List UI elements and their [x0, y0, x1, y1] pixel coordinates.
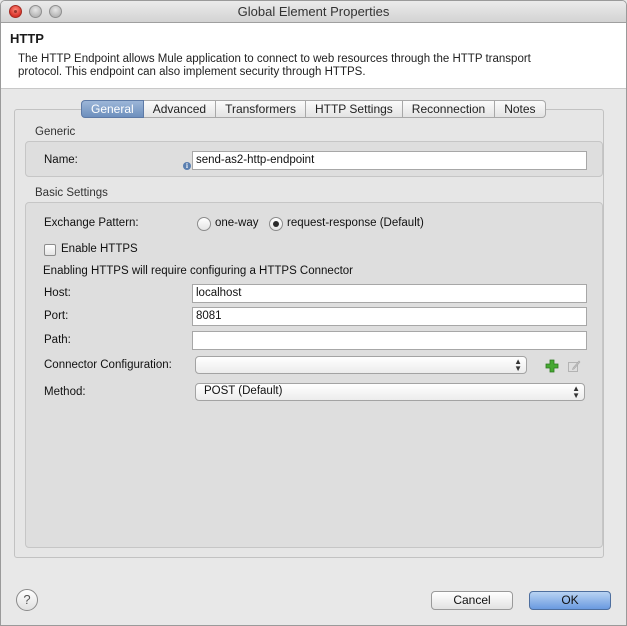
dialog-header: HTTP The HTTP Endpoint allows Mule appli… [1, 23, 626, 89]
method-select[interactable]: POST (Default) ▲ ▼ [195, 383, 585, 401]
help-icon[interactable]: ? [16, 589, 38, 611]
https-note: Enabling HTTPS will require configuring … [43, 265, 353, 277]
tab-bar: General Advanced Transformers HTTP Setti… [81, 100, 546, 118]
path-input[interactable] [192, 331, 587, 350]
header-title: HTTP [10, 31, 44, 46]
port-label: Port: [44, 310, 69, 322]
select-arrows-icon: ▲ ▼ [514, 357, 522, 373]
enable-https-checkbox[interactable] [44, 244, 56, 256]
tab-transformers[interactable]: Transformers [216, 100, 306, 118]
dialog-window: Global Element Properties HTTP The HTTP … [0, 0, 627, 626]
ok-button[interactable]: OK [529, 591, 611, 610]
request-response-radio-label[interactable]: request-response (Default) [287, 217, 424, 229]
header-description: The HTTP Endpoint allows Mule applicatio… [18, 53, 531, 78]
method-value: POST (Default) [204, 385, 283, 397]
add-connector-icon[interactable] [545, 359, 559, 373]
tab-notes[interactable]: Notes [495, 100, 546, 118]
tab-reconnection[interactable]: Reconnection [402, 100, 496, 118]
exchange-pattern-label: Exchange Pattern: [44, 217, 139, 229]
title-bar[interactable]: Global Element Properties [1, 1, 626, 23]
connector-configuration-select[interactable]: ▲ ▼ [195, 356, 527, 374]
tab-http-settings[interactable]: HTTP Settings [305, 100, 403, 118]
select-arrows-icon: ▲ ▼ [572, 384, 580, 400]
one-way-radio[interactable] [197, 217, 211, 231]
tab-advanced[interactable]: Advanced [143, 100, 217, 118]
one-way-radio-label[interactable]: one-way [215, 217, 258, 229]
basic-settings-section-label: Basic Settings [35, 187, 108, 199]
host-label: Host: [44, 287, 71, 299]
edit-connector-icon[interactable] [567, 359, 581, 373]
window-title: Global Element Properties [237, 4, 390, 19]
cancel-button[interactable]: Cancel [431, 591, 513, 610]
request-response-radio[interactable] [269, 217, 283, 231]
connector-configuration-label: Connector Configuration: [44, 359, 172, 371]
tab-general[interactable]: General [81, 100, 144, 118]
host-input[interactable]: localhost [192, 284, 587, 303]
name-input[interactable]: send-as2-http-endpoint [192, 151, 587, 170]
port-input[interactable]: 8081 [192, 307, 587, 326]
path-label: Path: [44, 334, 71, 346]
info-icon: i [183, 162, 191, 170]
enable-https-label[interactable]: Enable HTTPS [61, 243, 138, 255]
method-label: Method: [44, 386, 86, 398]
name-label: Name: [44, 154, 78, 166]
generic-section-label: Generic [35, 126, 76, 138]
